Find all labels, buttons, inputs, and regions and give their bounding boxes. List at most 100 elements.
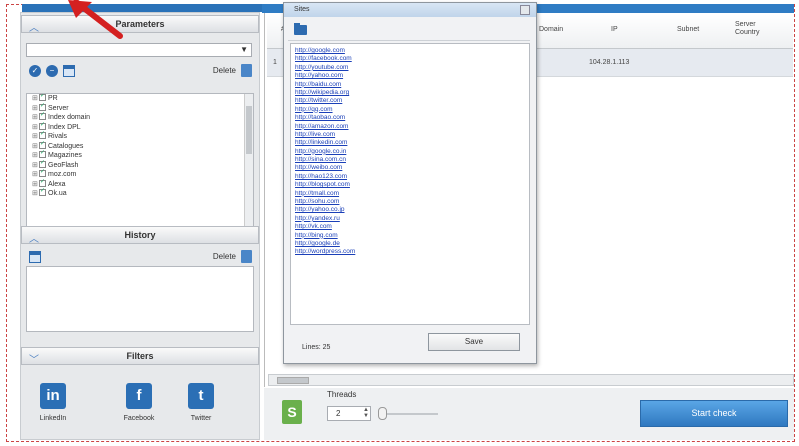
- twitter-link[interactable]: t Twitter: [175, 383, 227, 422]
- site-link[interactable]: http://yandex.ru: [295, 215, 529, 223]
- tree-item[interactable]: ⊞ Magazines: [27, 149, 253, 161]
- site-link[interactable]: http://yahoo.com: [295, 72, 529, 80]
- parameters-dropdown[interactable]: ▼: [26, 43, 252, 57]
- checkbox[interactable]: [39, 121, 46, 130]
- site-link[interactable]: http://yahoo.co.jp: [295, 206, 529, 214]
- tree-item[interactable]: ⊞ moz.com: [27, 168, 253, 180]
- checkbox[interactable]: [39, 178, 46, 187]
- site-link[interactable]: http://amazon.com: [295, 123, 529, 131]
- history-list: [26, 266, 254, 332]
- tree-item[interactable]: ⊞ GeoFlash: [27, 159, 253, 171]
- checkbox[interactable]: [39, 111, 46, 121]
- tree-scrollbar[interactable]: [244, 94, 253, 226]
- linkedin-link[interactable]: in LinkedIn: [27, 383, 79, 422]
- tree-item[interactable]: ⊞ Index domain: [27, 111, 253, 123]
- site-link[interactable]: http://youtube.com: [295, 64, 529, 72]
- site-link[interactable]: http://baidu.com: [295, 81, 529, 89]
- s-button[interactable]: S: [282, 400, 302, 424]
- save-button[interactable]: Save: [428, 333, 520, 351]
- twitter-label: Twitter: [190, 415, 212, 422]
- tree-item[interactable]: ⊞ Rivals: [27, 130, 253, 142]
- site-link[interactable]: http://google.co.in: [295, 148, 529, 156]
- site-link[interactable]: http://twitter.com: [295, 97, 529, 105]
- checkbox[interactable]: [39, 159, 46, 168]
- expand-icon[interactable]: ⊞: [32, 123, 39, 133]
- site-link[interactable]: http://live.com: [295, 131, 529, 139]
- tree-item-label: Server: [48, 104, 69, 112]
- checkbox[interactable]: [39, 187, 46, 197]
- folder-icon[interactable]: [294, 23, 307, 35]
- expand-icon[interactable]: ⊞: [32, 180, 39, 190]
- expand-icon[interactable]: ⊞: [32, 142, 39, 152]
- lines-count: Lines: 25: [302, 344, 331, 351]
- column-server-country[interactable]: Server Country: [735, 21, 775, 37]
- site-link[interactable]: http://blogspot.com: [295, 181, 529, 189]
- site-link[interactable]: http://vk.com: [295, 223, 529, 231]
- tree-item[interactable]: ⊞ PR: [27, 94, 253, 104]
- site-link[interactable]: http://qq.com: [295, 106, 529, 114]
- delete-label[interactable]: Delete: [213, 66, 236, 75]
- grid-horizontal-scrollbar[interactable]: [268, 374, 794, 386]
- window-icon[interactable]: [63, 65, 75, 77]
- tree-item-label: Ok.ua: [48, 190, 67, 197]
- close-icon[interactable]: [520, 5, 530, 15]
- filters-header[interactable]: ﹀ Filters: [21, 347, 259, 366]
- column-ip[interactable]: IP: [611, 26, 618, 33]
- window-icon[interactable]: [29, 251, 41, 263]
- site-link[interactable]: http://hao123.com: [295, 173, 529, 181]
- start-check-button[interactable]: Start check: [640, 400, 788, 427]
- threads-label: Threads: [327, 390, 357, 399]
- expand-icon[interactable]: ⊞: [32, 132, 39, 142]
- tree-item[interactable]: ⊞ Catalogues: [27, 140, 253, 152]
- chevron-down-icon: ▼: [240, 45, 248, 54]
- checkbox[interactable]: [39, 168, 46, 178]
- check-icon[interactable]: ✓: [29, 65, 41, 77]
- site-link[interactable]: http://linkedin.com: [295, 139, 529, 147]
- site-link[interactable]: http://tmall.com: [295, 190, 529, 198]
- site-link[interactable]: http://google.com: [295, 47, 529, 55]
- site-link[interactable]: http://sina.com.cn: [295, 156, 529, 164]
- trash-icon[interactable]: [241, 64, 252, 77]
- checkbox[interactable]: [39, 149, 46, 159]
- expand-icon[interactable]: ⊞: [32, 161, 39, 171]
- expand-icon[interactable]: ⊞: [32, 151, 39, 161]
- tree-item[interactable]: ⊞ Server: [27, 102, 253, 114]
- expand-icon[interactable]: ⊞: [32, 104, 39, 114]
- tree-item[interactable]: ⊞ Alexa: [27, 178, 253, 190]
- checkbox[interactable]: [39, 140, 46, 149]
- trash-icon[interactable]: [241, 250, 252, 263]
- sites-list[interactable]: http://google.com http://facebook.com http…: [290, 43, 530, 325]
- parameters-header[interactable]: ︿ Parameters: [21, 15, 259, 34]
- site-link[interactable]: http://wikipedia.org: [295, 89, 529, 97]
- facebook-label: Facebook: [123, 415, 155, 422]
- site-link[interactable]: http://facebook.com: [295, 55, 529, 63]
- threads-slider[interactable]: [378, 407, 438, 420]
- expand-icon[interactable]: ⊞: [32, 189, 39, 199]
- site-link[interactable]: http://google.de: [295, 240, 529, 248]
- checkbox[interactable]: [39, 94, 46, 102]
- expand-icon[interactable]: ⊞: [32, 113, 39, 123]
- history-title: History: [124, 230, 156, 240]
- tree-item-label: Catalogues: [48, 142, 84, 150]
- site-link[interactable]: http://taobao.com: [295, 114, 529, 122]
- threads-value: 2: [336, 409, 341, 418]
- tree-item[interactable]: ⊞ Index DPL: [27, 121, 253, 133]
- spinner-arrows-icon[interactable]: ▲ ▼: [363, 407, 369, 419]
- slider-knob[interactable]: [378, 407, 387, 420]
- site-link[interactable]: http://wordpress.com: [295, 248, 529, 256]
- column-subnet[interactable]: Subnet: [677, 26, 699, 33]
- site-link[interactable]: http://weibo.com: [295, 164, 529, 172]
- history-header[interactable]: ︿ History: [21, 226, 259, 245]
- column-domain[interactable]: Domain: [539, 26, 563, 33]
- expand-icon[interactable]: ⊞: [32, 170, 39, 180]
- history-delete-label[interactable]: Delete: [213, 252, 236, 261]
- threads-spinner[interactable]: 2 ▲ ▼: [327, 406, 371, 421]
- site-link[interactable]: http://bing.com: [295, 232, 529, 240]
- minus-icon[interactable]: −: [46, 65, 58, 77]
- checkbox[interactable]: [39, 130, 46, 140]
- expand-icon[interactable]: ⊞: [32, 94, 39, 104]
- facebook-link[interactable]: f Facebook: [113, 383, 165, 422]
- site-link[interactable]: http://sohu.com: [295, 198, 529, 206]
- checkbox[interactable]: [39, 102, 46, 111]
- tree-item[interactable]: ⊞ Ok.ua: [27, 187, 253, 199]
